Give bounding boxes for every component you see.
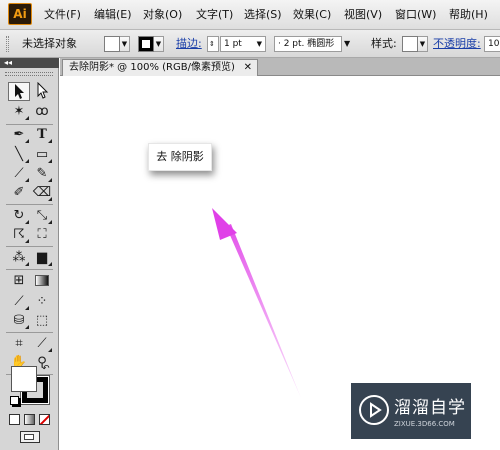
menu-effect[interactable]: 效果(C) bbox=[293, 0, 331, 30]
swap-colors-icon[interactable]: ↶ bbox=[42, 364, 50, 374]
stroke-dropdown[interactable]: ▼ bbox=[154, 36, 164, 52]
menu-type[interactable]: 文字(T) bbox=[196, 0, 233, 30]
artboard-tool-icon[interactable]: ⌗ bbox=[8, 334, 30, 353]
watermark: 溜溜自学 ZIXUE.3D66.COM bbox=[351, 383, 471, 439]
control-bar: 未选择对象 ▼ ▼ 描边: ⇕ 1 pt ▼ · 2 pt. 椭圆形 ▼ 样式:… bbox=[0, 30, 500, 58]
live-paint-selection-tool-icon[interactable]: ⬚ bbox=[31, 311, 53, 330]
menu-bar: Ai 文件(F) 编辑(E) 对象(O) 文字(T) 选择(S) 效果(C) 视… bbox=[0, 0, 500, 30]
brush-definition-field[interactable]: · 2 pt. 椭圆形 bbox=[274, 36, 342, 52]
direct-selection-tool-icon[interactable] bbox=[31, 81, 53, 101]
tools-collapse-button[interactable]: ◂◂ bbox=[0, 58, 59, 68]
tools-panel: ◂◂ ✶ ꝏ ✒ T ╲ ▭ ⟋ ✎ ✐ ⌫ ↻ ⤡ ☈ ⛶ ⁂ ▆ ⊞ ⟋ ⁘… bbox=[0, 58, 59, 450]
document-tab-strip: 去除阴影* @ 100% (RGB/像素预览) ✕ bbox=[60, 58, 500, 76]
stroke-stepper[interactable]: ⇕ bbox=[207, 36, 219, 52]
callout-label: 去 除阴影 bbox=[148, 143, 212, 171]
stroke-weight-field[interactable]: 1 pt ▼ bbox=[220, 36, 266, 52]
slice-tool-icon[interactable]: ⟋ bbox=[31, 334, 53, 353]
menu-file[interactable]: 文件(F) bbox=[44, 0, 81, 30]
symbol-sprayer-tool-icon[interactable]: ⁂ bbox=[8, 248, 30, 267]
chevron-down-icon: ▼ bbox=[256, 40, 262, 48]
tools-grip[interactable] bbox=[5, 72, 53, 76]
document-tab-title: 去除阴影* @ 100% (RGB/像素预览) bbox=[69, 62, 235, 73]
screen-mode-icon[interactable] bbox=[20, 431, 40, 443]
stroke-label[interactable]: 描边: bbox=[176, 30, 202, 58]
play-icon bbox=[359, 395, 389, 425]
fill-swatch[interactable] bbox=[104, 36, 120, 52]
control-bar-grip[interactable] bbox=[6, 36, 9, 52]
menu-help[interactable]: 帮助(H) bbox=[449, 0, 488, 30]
blend-tool-icon[interactable]: ⁘ bbox=[31, 292, 53, 311]
menu-view[interactable]: 视图(V) bbox=[344, 0, 382, 30]
menu-select[interactable]: 选择(S) bbox=[244, 0, 282, 30]
line-segment-tool-icon[interactable]: ╲ bbox=[8, 145, 30, 164]
magic-wand-tool-icon[interactable]: ✶ bbox=[8, 102, 30, 121]
color-mode-icon[interactable] bbox=[9, 414, 20, 425]
selection-status: 未选择对象 bbox=[22, 37, 77, 50]
close-icon[interactable]: ✕ bbox=[244, 60, 252, 76]
style-swatch[interactable] bbox=[402, 36, 418, 52]
fill-dropdown[interactable]: ▼ bbox=[120, 36, 130, 52]
selection-tool-icon[interactable] bbox=[8, 82, 30, 101]
gradient-mode-icon[interactable] bbox=[24, 414, 35, 425]
opacity-label[interactable]: 不透明度: bbox=[433, 30, 481, 58]
gradient-tool-icon[interactable] bbox=[31, 271, 53, 290]
rotate-tool-icon[interactable]: ↻ bbox=[8, 206, 30, 225]
style-dropdown[interactable]: ▼ bbox=[418, 36, 428, 52]
scale-tool-icon[interactable]: ⤡ bbox=[31, 206, 53, 225]
menu-window[interactable]: 窗口(W) bbox=[395, 0, 436, 30]
column-graph-tool-icon[interactable]: ▆ bbox=[31, 248, 53, 267]
stroke-swatch[interactable] bbox=[138, 36, 154, 52]
document-tab[interactable]: 去除阴影* @ 100% (RGB/像素预览) ✕ bbox=[62, 59, 258, 76]
pencil-tool-icon[interactable]: ✎ bbox=[31, 164, 53, 183]
pen-tool-icon[interactable]: ✒ bbox=[8, 125, 30, 144]
blob-brush-tool-icon[interactable]: ✐ bbox=[8, 183, 30, 202]
fill-color-front-icon[interactable] bbox=[11, 366, 37, 392]
lasso-tool-icon[interactable]: ꝏ bbox=[31, 102, 53, 121]
rectangle-tool-icon[interactable]: ▭ bbox=[31, 145, 53, 164]
free-transform-tool-icon[interactable]: ⛶ bbox=[31, 225, 53, 244]
app-logo: Ai bbox=[8, 3, 32, 25]
type-tool-icon[interactable]: T bbox=[31, 125, 53, 144]
menu-object[interactable]: 对象(O) bbox=[143, 0, 182, 30]
eraser-tool-icon[interactable]: ⌫ bbox=[31, 183, 53, 202]
style-label: 样式: bbox=[371, 37, 397, 50]
stroke-weight-value: 1 pt bbox=[224, 39, 242, 49]
live-paint-bucket-tool-icon[interactable]: ⛁ bbox=[8, 311, 30, 330]
none-mode-icon[interactable] bbox=[39, 414, 50, 425]
paintbrush-tool-icon[interactable]: ⟋ bbox=[8, 164, 30, 183]
default-colors-icon[interactable] bbox=[10, 396, 19, 405]
menu-edit[interactable]: 编辑(E) bbox=[94, 0, 132, 30]
watermark-subtitle: ZIXUE.3D66.COM bbox=[394, 420, 455, 428]
brush-dropdown-arrow[interactable]: ▼ bbox=[344, 30, 350, 58]
watermark-title: 溜溜自学 bbox=[394, 398, 466, 418]
eyedropper-tool-icon[interactable]: ⟋ bbox=[8, 292, 30, 311]
opacity-field[interactable]: 100 bbox=[484, 36, 500, 52]
warp-tool-icon[interactable]: ☈ bbox=[8, 225, 30, 244]
mesh-tool-icon[interactable]: ⊞ bbox=[8, 271, 30, 290]
